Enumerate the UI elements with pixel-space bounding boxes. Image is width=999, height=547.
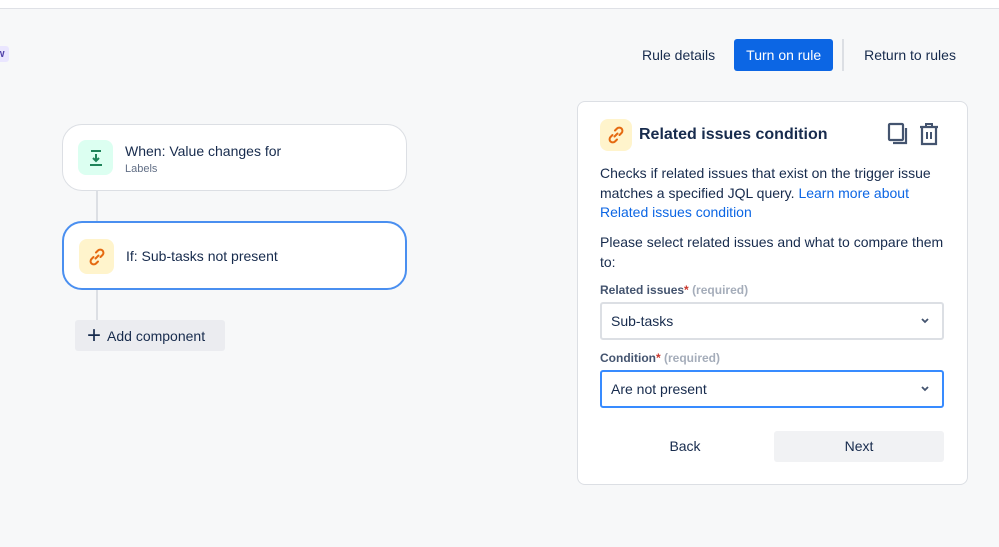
related-issues-value: Sub-tasks xyxy=(611,313,674,329)
panel-description: Checks if related issues that exist on t… xyxy=(600,164,950,223)
panel-title: Related issues condition xyxy=(639,126,828,143)
back-button[interactable]: Back xyxy=(600,431,770,462)
trigger-subtitle: Labels xyxy=(125,163,158,175)
required-hint: (required) xyxy=(664,351,721,365)
turn-on-rule-button[interactable]: Turn on rule xyxy=(734,39,834,71)
related-issues-select[interactable]: Sub-tasks xyxy=(600,302,944,340)
link-icon xyxy=(79,239,114,274)
panel-prompt: Please select related issues and what to… xyxy=(600,234,944,270)
link-icon xyxy=(600,119,632,151)
required-mark: * xyxy=(684,283,689,297)
next-button[interactable]: Next xyxy=(774,431,944,462)
chevron-down-icon xyxy=(920,304,930,350)
trigger-title: When: Value changes for xyxy=(125,143,282,159)
flow-connector xyxy=(96,190,98,222)
return-to-rules-button[interactable]: Return to rules xyxy=(850,39,970,71)
rule-toolbar: Rule details Turn on rule Return to rule… xyxy=(628,39,970,71)
badge: w xyxy=(0,46,9,62)
rule-details-button[interactable]: Rule details xyxy=(628,39,729,71)
required-hint: (required) xyxy=(692,283,749,297)
download-icon xyxy=(78,140,113,175)
chevron-down-icon xyxy=(920,372,930,418)
plus-icon: + xyxy=(87,321,102,349)
condition-value: Are not present xyxy=(611,381,707,397)
trigger-card[interactable]: When: Value changes for Labels xyxy=(62,124,407,191)
top-bar xyxy=(0,0,999,9)
copy-icon[interactable] xyxy=(886,122,910,151)
add-component-button[interactable]: + Add component xyxy=(75,320,225,351)
component-config-panel: Related issues condition Checks if relat… xyxy=(577,101,968,485)
related-issues-label: Related issues* (required) xyxy=(600,283,748,297)
condition-label: Condition* (required) xyxy=(600,351,720,365)
condition-select[interactable]: Are not present xyxy=(600,370,944,408)
condition-label-text: Condition xyxy=(600,351,656,365)
toolbar-divider xyxy=(842,39,845,71)
add-component-label: Add component xyxy=(107,327,206,344)
trash-icon[interactable] xyxy=(917,122,941,151)
condition-title: If: Sub-tasks not present xyxy=(126,248,278,264)
flow-connector xyxy=(96,289,98,321)
related-issues-label-text: Related issues xyxy=(600,283,685,297)
condition-card[interactable]: If: Sub-tasks not present xyxy=(62,221,407,290)
required-mark: * xyxy=(655,351,661,365)
